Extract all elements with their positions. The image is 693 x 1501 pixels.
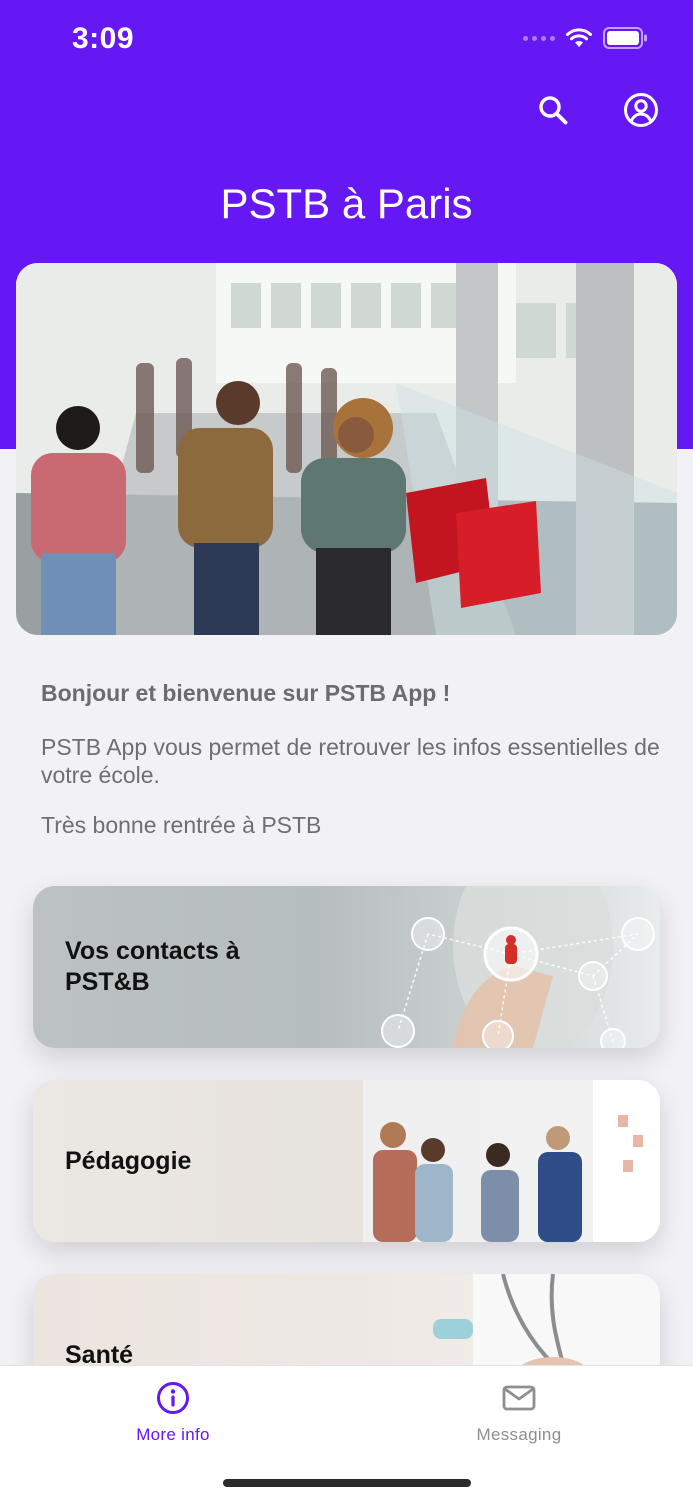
status-bar: 3:09 (0, 0, 693, 80)
cellular-signal-icon (523, 35, 555, 41)
account-button[interactable] (623, 92, 659, 128)
tab-more-info[interactable]: More info (0, 1366, 346, 1456)
header-actions (535, 92, 659, 128)
hero-image (16, 263, 677, 635)
tab-messaging[interactable]: Messaging (346, 1366, 692, 1456)
search-icon (539, 96, 568, 125)
home-indicator (223, 1479, 471, 1487)
card-contacts[interactable]: Vos contacts à PST&B (33, 886, 660, 1048)
search-button[interactable] (535, 92, 571, 128)
tab-messaging-label: Messaging (476, 1425, 562, 1444)
card-pedagogie[interactable]: Pédagogie (33, 1080, 660, 1242)
wifi-icon (566, 28, 592, 47)
card-pedagogie-label: Pédagogie (65, 1147, 192, 1175)
tab-more-info-label: More info (136, 1425, 210, 1444)
page-title: PSTB à Paris (220, 180, 473, 227)
account-circle-icon (624, 93, 658, 127)
students-campus-illustration (16, 263, 677, 635)
welcome-paragraph-intro: PSTB App vous permet de retrouver les in… (41, 734, 660, 788)
card-contacts-label: Vos contacts à PST&B (65, 937, 240, 996)
welcome-section: Bonjour et bienvenue sur PSTB App ! PSTB… (41, 680, 661, 861)
status-time: 3:09 (72, 22, 135, 55)
info-icon (157, 1382, 189, 1414)
welcome-paragraph-greeting: Très bonne rentrée à PSTB (41, 812, 322, 838)
welcome-title: Bonjour et bienvenue sur PSTB App ! (41, 680, 451, 706)
status-icons (523, 26, 649, 50)
mail-icon (502, 1385, 536, 1411)
battery-icon (603, 27, 647, 49)
